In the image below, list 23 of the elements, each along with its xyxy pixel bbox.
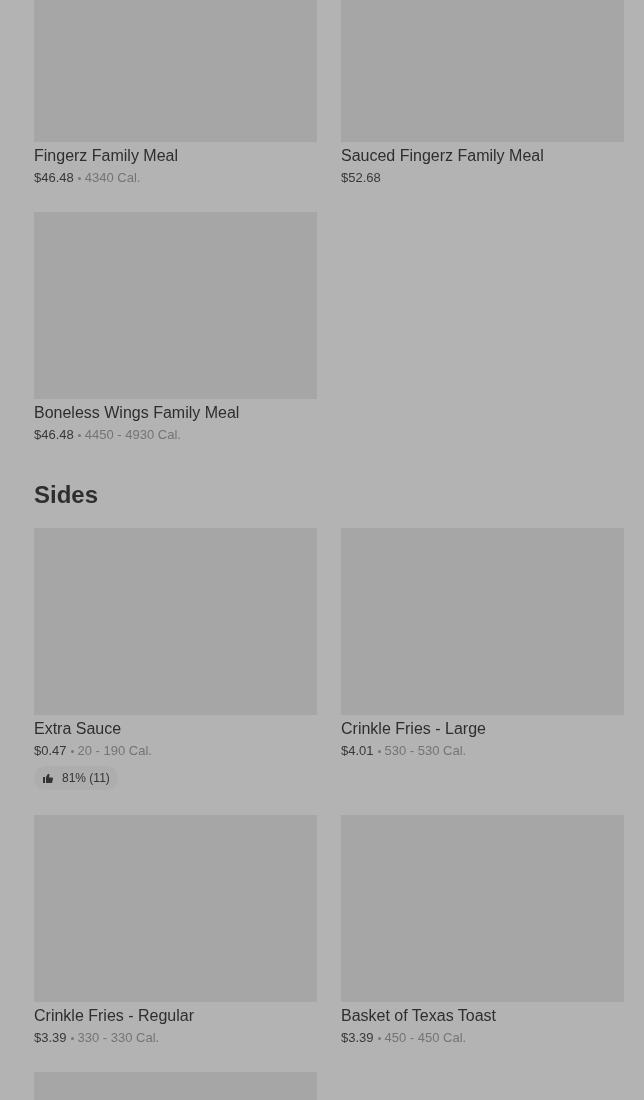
item-name[interactable]: Sauced Fingerz Family Meal (341, 146, 624, 166)
item-calories: 20 - 190 Cal. (77, 742, 152, 760)
item-calories: 4450 - 4930 Cal. (84, 426, 181, 444)
item-calories: 450 - 450 Cal. (384, 1029, 467, 1047)
item-name[interactable]: Fingerz Family Meal (34, 146, 317, 166)
item-name[interactable]: Crinkle Fries - Large (341, 719, 624, 739)
item-price: $4.01 (341, 742, 374, 760)
rating-text: 81% (11) (62, 770, 110, 787)
section-heading: Sides (34, 480, 100, 510)
item-price: $0.47 (34, 742, 67, 760)
item-name[interactable]: Boneless Wings Family Meal (34, 403, 317, 423)
item-price: $46.48 (34, 169, 74, 187)
item-calories: 4340 Cal. (84, 169, 141, 187)
item-price: $52.68 (341, 169, 381, 187)
thumbs-up-icon (42, 772, 54, 784)
item-name[interactable]: Crinkle Fries - Regular (34, 1006, 317, 1026)
item-calories: 330 - 330 Cal. (77, 1029, 160, 1047)
item-calories: 530 - 530 Cal. (384, 742, 467, 760)
item-price: $3.39 (341, 1029, 374, 1047)
item-price: $3.39 (34, 1029, 67, 1047)
item-price: $46.48 (34, 426, 74, 444)
item-name[interactable]: Extra Sauce (34, 719, 317, 739)
item-name[interactable]: Basket of Texas Toast (341, 1006, 624, 1026)
